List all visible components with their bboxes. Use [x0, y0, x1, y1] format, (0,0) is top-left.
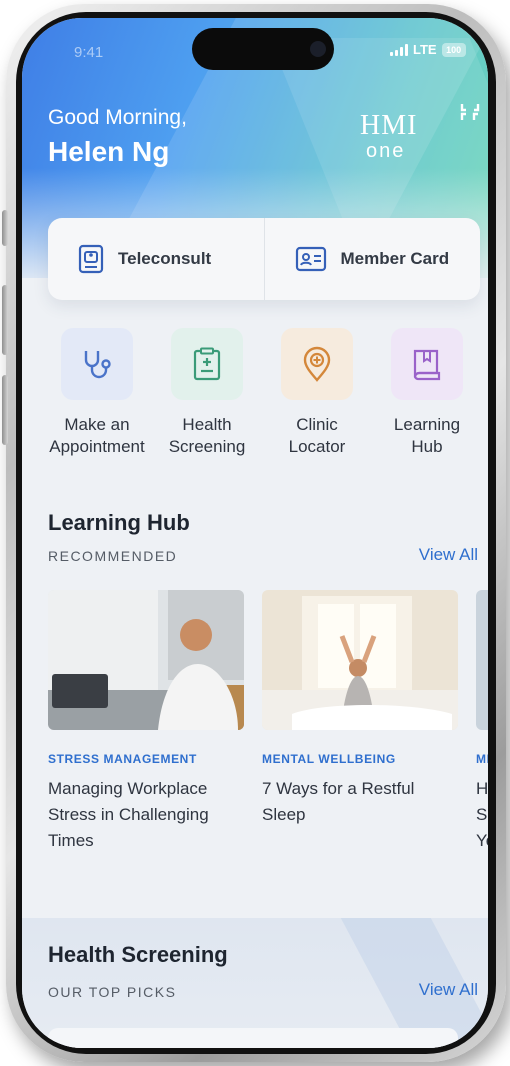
- learning-hub-subtitle: RECOMMENDED: [48, 548, 178, 564]
- make-appointment-label: Make an Appointment: [49, 415, 145, 456]
- logo-mark-icon: [460, 104, 480, 120]
- app-screen: 9:41 LTE 100 Good Morning, Helen Ng HMI …: [22, 18, 488, 1048]
- learning-hub-button[interactable]: Learning Hub: [372, 328, 482, 458]
- member-card-icon: [295, 246, 326, 272]
- member-card-label: Member Card: [340, 249, 450, 268]
- article-title: 7 Ways for a Restful Sleep: [262, 779, 415, 824]
- user-name: Helen Ng: [48, 136, 170, 167]
- learning-hub-view-all-link[interactable]: View All: [419, 545, 478, 565]
- brand-logo: HMI one: [360, 104, 480, 163]
- signal-icon: [390, 43, 408, 56]
- teleconsult-label: Teleconsult: [118, 249, 212, 268]
- health-screening-view-all-link[interactable]: View All: [419, 980, 478, 1000]
- service-tile: [281, 328, 353, 400]
- stethoscope-icon: [84, 351, 111, 379]
- article-card[interactable]: MENTAL WELLBEING 7 Ways for a Restful Sl…: [262, 590, 458, 870]
- volume-up-button: [2, 285, 8, 355]
- service-tile: [61, 328, 133, 400]
- article-category: MENTAL WELLBEING: [262, 752, 396, 766]
- location-pin-icon: [303, 346, 331, 382]
- health-screening-title: Health Screening: [48, 942, 228, 967]
- book-icon: [413, 349, 441, 381]
- learning-hub-title: Learning Hub: [48, 510, 190, 535]
- health-screening-label: Health Screening: [168, 415, 246, 456]
- article-card[interactable]: STRESS MANAGEMENT Managing Workplace Str…: [48, 590, 244, 870]
- make-appointment-button[interactable]: Make an Appointment: [42, 328, 152, 458]
- health-screening-subtitle: OUR TOP PICKS: [48, 984, 177, 1000]
- health-screening-button[interactable]: Health Screening: [152, 328, 262, 458]
- article-image: [262, 590, 458, 730]
- learning-hub-label: Learning Hub: [393, 415, 461, 456]
- teleconsult-button[interactable]: Teleconsult: [48, 218, 264, 300]
- services-row: Make an Appointment Health Screening Cli…: [42, 328, 482, 458]
- logo-text: HMI: [360, 110, 418, 141]
- network-label: LTE: [413, 42, 437, 57]
- screening-package-card[interactable]: [48, 1028, 458, 1048]
- article-card[interactable]: MEN How Sup You: [476, 590, 488, 870]
- article-title: Managing Workplace Stress in Challenging…: [48, 779, 209, 850]
- article-category: MEN: [476, 752, 488, 766]
- article-image: [48, 590, 244, 730]
- badge-id-icon: [78, 244, 104, 274]
- article-title: How Sup You: [476, 779, 488, 850]
- member-card-button[interactable]: Member Card: [263, 218, 481, 300]
- camera-icon: [310, 41, 326, 57]
- action-button: [2, 210, 8, 246]
- service-tile: [171, 328, 243, 400]
- clinic-locator-label: Clinic Locator: [288, 415, 346, 456]
- clinic-locator-button[interactable]: Clinic Locator: [262, 328, 372, 458]
- article-image: [476, 590, 488, 730]
- dynamic-island: [192, 28, 334, 70]
- greeting-text: Good Morning,: [48, 106, 187, 129]
- battery-icon: 100: [441, 42, 466, 57]
- status-time: 9:41: [74, 44, 104, 61]
- status-indicators: LTE 100: [390, 42, 466, 57]
- quick-actions-card: Teleconsult Member Card: [48, 218, 480, 300]
- clipboard-icon: [193, 347, 221, 381]
- service-tile: [391, 328, 463, 400]
- article-carousel[interactable]: STRESS MANAGEMENT Managing Workplace Str…: [48, 590, 488, 870]
- logo-subtext: one: [366, 140, 406, 162]
- volume-down-button: [2, 375, 8, 445]
- article-category: STRESS MANAGEMENT: [48, 752, 197, 766]
